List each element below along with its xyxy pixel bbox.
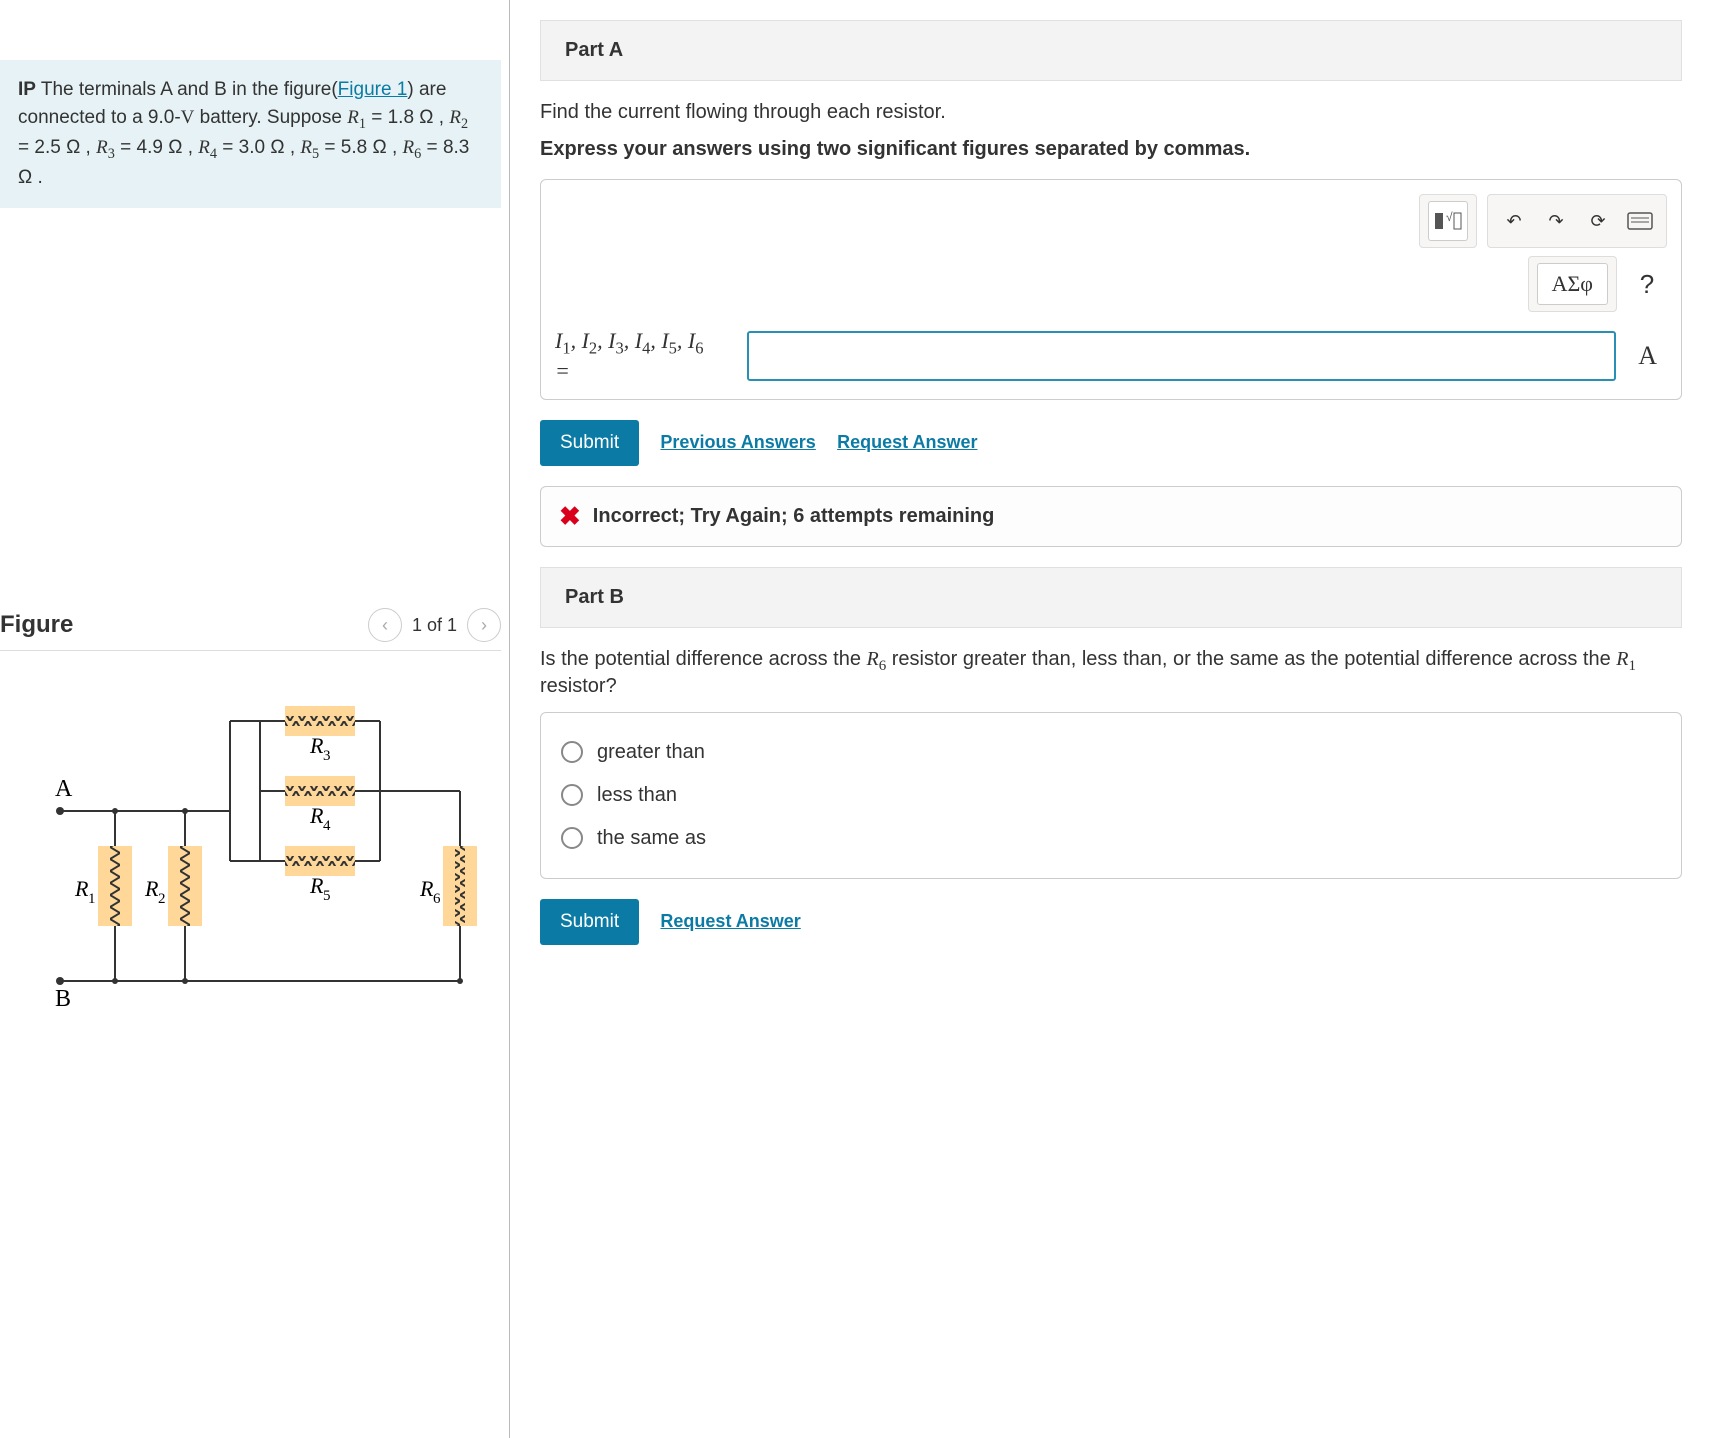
svg-text:3: 3: [323, 748, 331, 764]
figure-link[interactable]: Figure 1: [338, 79, 408, 100]
figure-counter: 1 of 1: [412, 615, 457, 636]
radio-option-greater[interactable]: greater than: [561, 731, 1661, 774]
variable-label: I1, I2, I3, I4, I5, I6=: [555, 328, 735, 385]
redo-button[interactable]: ↷: [1538, 201, 1574, 241]
feedback-text: Incorrect; Try Again; 6 attempts remaini…: [593, 505, 995, 528]
svg-text:R: R: [74, 876, 89, 901]
answer-area: √ ↶ ↷ ⟳ ΑΣφ: [540, 179, 1682, 400]
radio-icon: [561, 784, 583, 806]
radio-option-less[interactable]: less than: [561, 774, 1661, 817]
keyboard-button[interactable]: [1622, 201, 1658, 241]
svg-text:R: R: [419, 876, 434, 901]
svg-text:R: R: [309, 733, 324, 758]
svg-text:R: R: [309, 803, 324, 828]
svg-text:2: 2: [158, 891, 166, 907]
help-button[interactable]: ?: [1627, 256, 1667, 312]
reset-button[interactable]: ⟳: [1580, 201, 1616, 241]
part-a-header: Part A: [540, 20, 1682, 81]
problem-prefix: IP: [18, 79, 36, 100]
undo-button[interactable]: ↶: [1496, 201, 1532, 241]
svg-text:R: R: [309, 873, 324, 898]
submit-button-b[interactable]: Submit: [540, 899, 639, 945]
request-answer-link-b[interactable]: Request Answer: [660, 911, 800, 931]
problem-statement: IP The terminals A and B in the figure(F…: [0, 60, 501, 208]
radio-icon: [561, 827, 583, 849]
svg-text:6: 6: [433, 891, 441, 907]
figure-prev-button[interactable]: ‹: [368, 608, 402, 642]
greek-button[interactable]: ΑΣφ: [1537, 263, 1608, 305]
part-a-prompt: Find the current flowing through each re…: [540, 101, 1682, 124]
submit-button-a[interactable]: Submit: [540, 420, 639, 466]
feedback-box: ✖ Incorrect; Try Again; 6 attempts remai…: [540, 486, 1682, 547]
unit-label: A: [1628, 341, 1667, 371]
radio-icon: [561, 741, 583, 763]
radio-group: greater than less than the same as: [540, 712, 1682, 879]
svg-text:R: R: [144, 876, 159, 901]
svg-text:B: B: [55, 986, 71, 1012]
svg-text:√: √: [1446, 210, 1453, 224]
circuit-figure: A B R 1 R: [0, 651, 501, 1067]
part-a-instruction: Express your answers using two significa…: [540, 138, 1682, 161]
templates-button[interactable]: √: [1428, 201, 1468, 241]
part-b-header: Part B: [540, 567, 1682, 628]
svg-text:1: 1: [88, 891, 96, 907]
radio-option-same[interactable]: the same as: [561, 817, 1661, 860]
svg-text:A: A: [55, 776, 73, 802]
figure-next-button[interactable]: ›: [467, 608, 501, 642]
answer-input[interactable]: [747, 331, 1616, 381]
previous-answers-link[interactable]: Previous Answers: [660, 432, 815, 452]
request-answer-link-a[interactable]: Request Answer: [837, 432, 977, 452]
svg-text:5: 5: [323, 888, 331, 904]
svg-text:4: 4: [323, 818, 331, 834]
figure-title: Figure: [0, 611, 73, 639]
incorrect-icon: ✖: [559, 501, 581, 532]
part-b-prompt: Is the potential difference across the R…: [540, 648, 1682, 698]
